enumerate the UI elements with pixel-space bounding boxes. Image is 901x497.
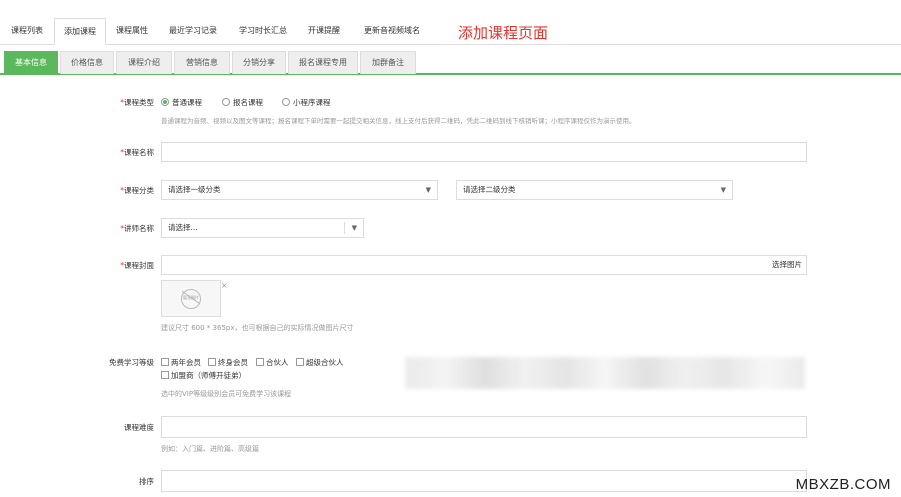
cover-thumbnail: 暂无图片	[161, 280, 221, 317]
sub-tab-bar: 基本信息 价格信息 课程介绍 营销信息 分销分享 报名课程专用 加群备注	[0, 51, 901, 75]
checkbox-icon	[161, 371, 169, 379]
chevron-down-icon: ▼	[425, 186, 431, 194]
tab-add-course[interactable]: 添加课程	[54, 18, 106, 45]
cover-label: *课程封面	[120, 261, 154, 270]
checkbox-partner[interactable]: 合伙人	[256, 357, 289, 368]
checkbox-icon	[256, 358, 264, 366]
teacher-label: *讲师名称	[120, 224, 154, 233]
checkbox-two-year-member[interactable]: 两年会员	[161, 357, 201, 368]
tab-course-attributes[interactable]: 课程属性	[108, 18, 156, 44]
subtab-course-intro[interactable]: 课程介绍	[116, 51, 172, 74]
subtab-marketing-info[interactable]: 营销信息	[174, 51, 230, 74]
tab-update-media-domain[interactable]: 更新音视频域名	[352, 18, 432, 44]
top-tab-bar: 课程列表 添加课程 课程属性 最近学习记录 学习时长汇总 开课提醒 更新音视频域…	[0, 18, 901, 45]
difficulty-hint: 例如：入门篇、进阶篇、高级篇	[161, 445, 259, 453]
thumbnail-text: 暂无图片	[183, 295, 199, 300]
tab-course-reminder[interactable]: 开课提醒	[300, 18, 348, 44]
difficulty-label: 课程难度	[124, 423, 154, 432]
subtab-basic-info[interactable]: 基本信息	[4, 51, 58, 74]
checkbox-franchisee[interactable]: 加盟商（师傅开徒弟）	[161, 370, 246, 381]
checkbox-lifetime-member[interactable]: 终身会员	[208, 357, 248, 368]
page-annotation: 添加课程页面	[458, 24, 549, 42]
checkbox-icon	[296, 358, 304, 366]
checkbox-icon	[208, 358, 216, 366]
blurred-region	[405, 357, 805, 389]
watermark: MBXZB.COM	[795, 476, 891, 493]
category-first-select[interactable]: 请选择一级分类 ▼	[161, 180, 438, 200]
radio-normal-course[interactable]: 普通课程	[161, 97, 202, 108]
radio-enroll-course[interactable]: 报名课程	[222, 97, 263, 108]
free-level-label: 免费学习等级	[109, 358, 154, 367]
sort-label: 排序	[139, 477, 154, 486]
subtab-distribution[interactable]: 分销分享	[232, 51, 286, 74]
checkbox-super-partner[interactable]: 超级合伙人	[296, 357, 344, 368]
close-icon[interactable]: ×	[221, 281, 228, 290]
course-type-hint: 普通课程为音频、视频以及图文等课程；报名课程下单时需要一起提交相关信息，线上支付…	[161, 117, 636, 125]
cover-input[interactable]: 选择图片	[161, 255, 807, 275]
choose-image-button[interactable]: 选择图片	[772, 256, 802, 274]
free-level-hint: 选中的VIP等级级别会员可免费学习该课程	[161, 390, 292, 398]
chevron-down-icon: ▼	[720, 186, 726, 194]
subtab-enrollment[interactable]: 报名课程专用	[288, 51, 358, 74]
subtab-price-info[interactable]: 价格信息	[60, 51, 114, 74]
teacher-select[interactable]: 请选择... ▼	[161, 218, 364, 238]
tab-recent-learning[interactable]: 最近学习记录	[160, 18, 226, 44]
tab-learning-duration[interactable]: 学习时长汇总	[230, 18, 296, 44]
select-separator	[344, 222, 345, 234]
radio-dot-icon	[222, 98, 230, 106]
chevron-down-icon: ▼	[351, 224, 357, 232]
cover-hint: 建议尺寸 600 * 365px，也可根据自己的实际情况做图片尺寸	[161, 324, 354, 332]
checkbox-icon	[161, 358, 169, 366]
difficulty-input[interactable]	[161, 416, 807, 438]
sort-input[interactable]	[161, 470, 807, 492]
radio-miniapp-course[interactable]: 小程序课程	[282, 97, 331, 108]
subtab-group-note[interactable]: 加群备注	[360, 51, 416, 74]
course-name-input[interactable]	[161, 142, 807, 162]
course-name-label: *课程名称	[120, 148, 154, 157]
radio-dot-icon	[282, 98, 290, 106]
radio-dot-icon	[161, 98, 169, 106]
course-type-label: *课程类型	[120, 98, 154, 107]
course-category-label: *课程分类	[120, 186, 154, 195]
tab-course-list[interactable]: 课程列表	[4, 18, 50, 44]
category-second-select[interactable]: 请选择二级分类 ▼	[456, 180, 733, 200]
